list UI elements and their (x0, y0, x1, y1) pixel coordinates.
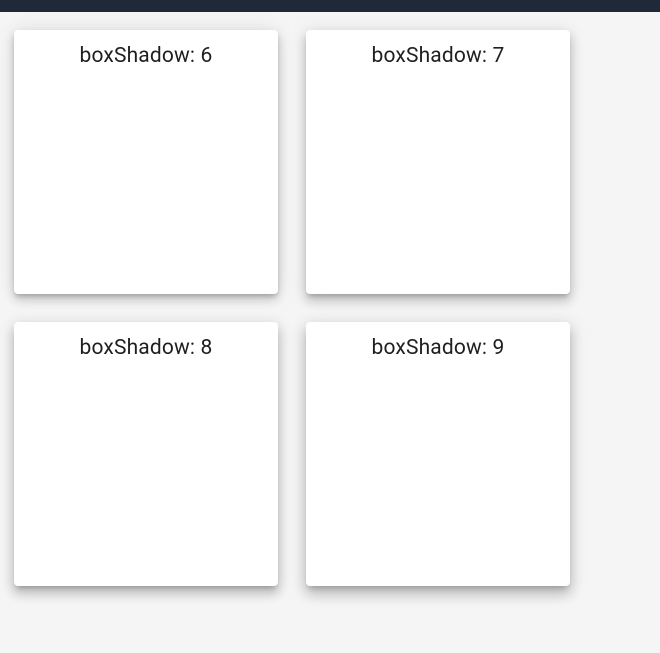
app-top-bar (0, 0, 660, 12)
shadow-card-6: boxShadow: 6 (14, 30, 278, 294)
shadow-card-label: boxShadow: 7 (372, 44, 505, 68)
shadow-card-8: boxShadow: 8 (14, 322, 278, 586)
shadow-card-7: boxShadow: 7 (306, 30, 570, 294)
shadow-card-9: boxShadow: 9 (306, 322, 570, 586)
shadow-card-label: boxShadow: 6 (80, 44, 213, 68)
shadow-grid: boxShadow: 6 boxShadow: 7 boxShadow: 8 b… (0, 12, 660, 604)
shadow-card-label: boxShadow: 8 (80, 336, 213, 360)
shadow-card-label: boxShadow: 9 (372, 336, 505, 360)
